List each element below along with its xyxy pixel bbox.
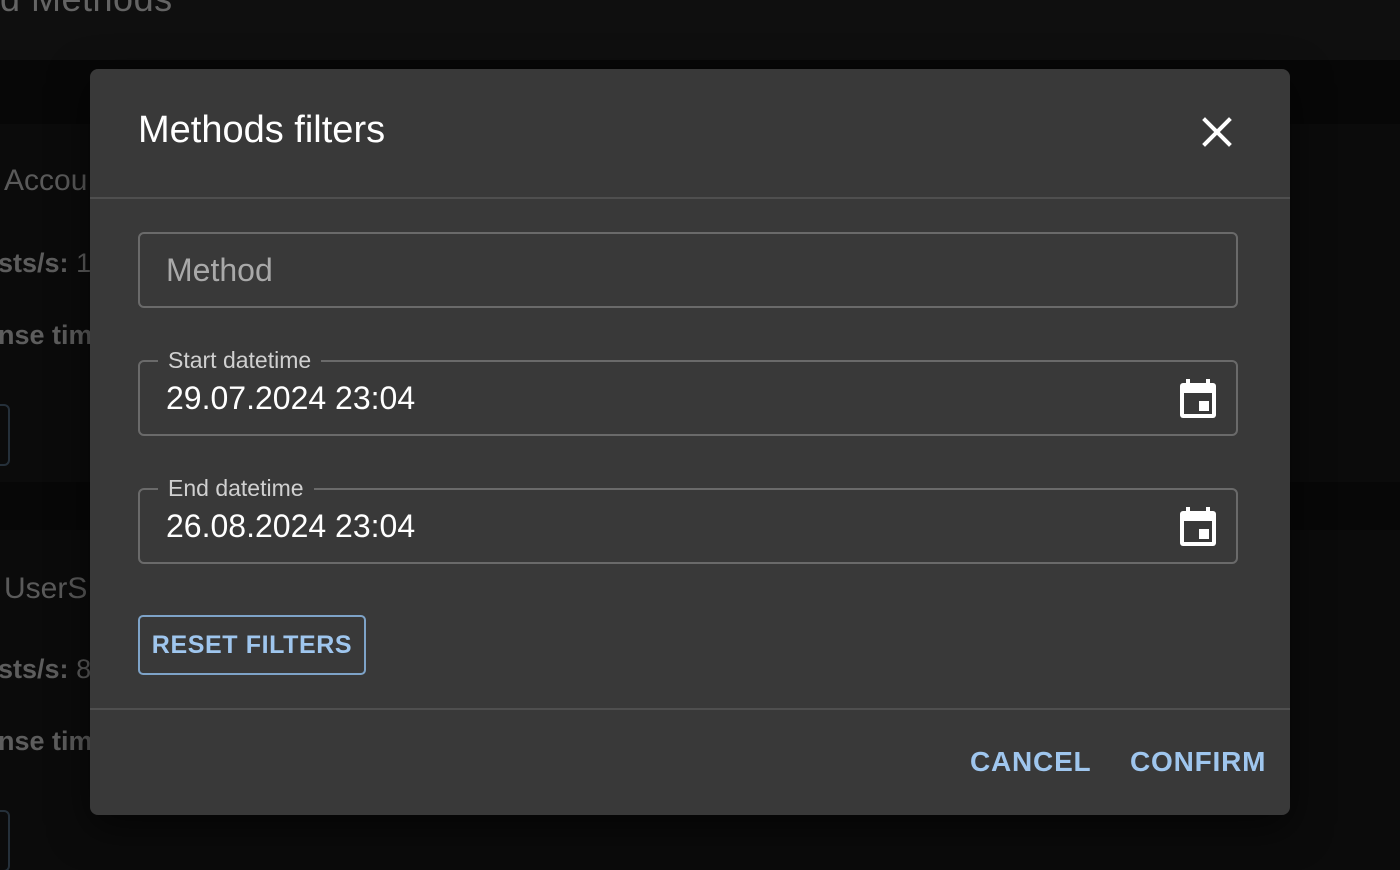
reset-filters-button[interactable]: RESET FILTERS: [138, 615, 366, 675]
close-icon: [1202, 117, 1232, 147]
end-datetime-input[interactable]: [166, 490, 1126, 562]
calendar-icon: [1180, 379, 1216, 418]
dialog-title: Methods filters: [138, 109, 386, 151]
cancel-button[interactable]: CANCEL: [970, 746, 1091, 778]
dialog-header: Methods filters: [90, 69, 1290, 199]
method-input[interactable]: [166, 234, 1126, 306]
start-datetime-picker-button[interactable]: [1178, 378, 1218, 420]
end-datetime-picker-button[interactable]: [1178, 506, 1218, 548]
end-datetime-field: End datetime: [138, 473, 1238, 564]
start-datetime-input[interactable]: [166, 362, 1126, 434]
calendar-icon: [1180, 507, 1216, 546]
dialog-footer: CANCEL CONFIRM: [90, 708, 1290, 817]
confirm-button[interactable]: CONFIRM: [1130, 746, 1266, 778]
close-button[interactable]: [1194, 109, 1240, 155]
start-datetime-field: Start datetime: [138, 345, 1238, 436]
method-field: [138, 232, 1238, 308]
methods-filters-dialog: Methods filters Start datetime End datet…: [90, 69, 1290, 815]
